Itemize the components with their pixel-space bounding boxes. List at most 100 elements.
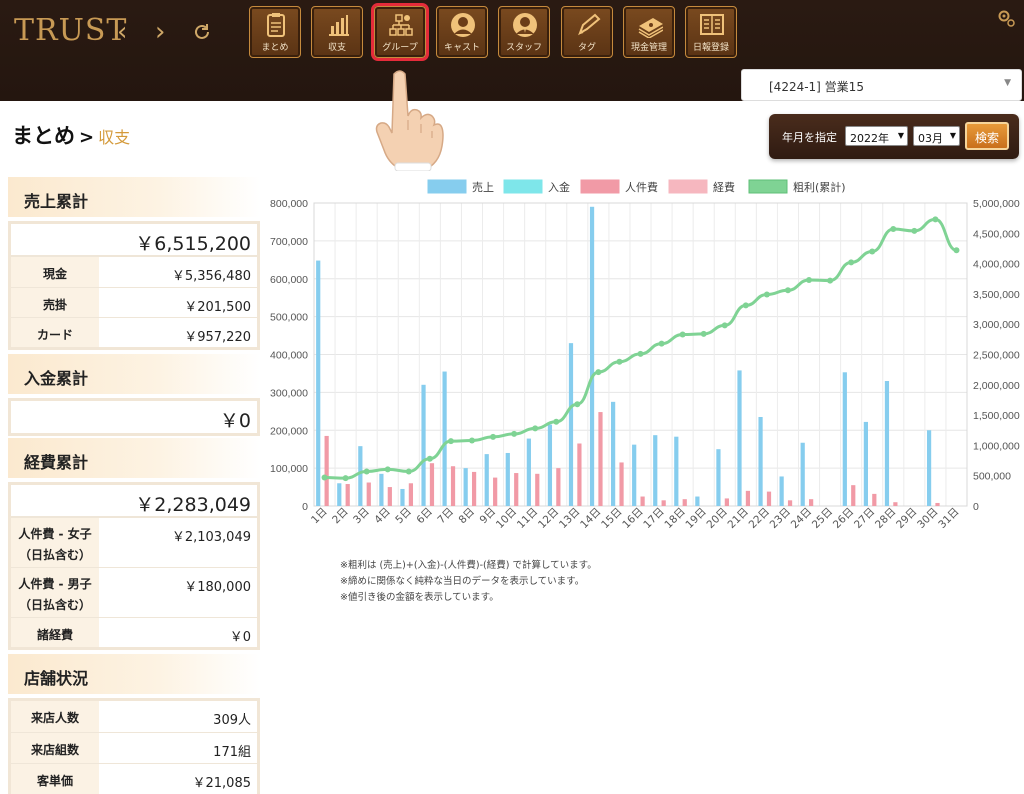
legend-swatch xyxy=(748,179,788,194)
bar-sales xyxy=(484,454,489,506)
nav-button-4[interactable]: スタッフ xyxy=(498,6,550,58)
bar-labor xyxy=(619,462,624,506)
legend-label: 粗利(累計) xyxy=(793,180,846,194)
x-tick-label: 10日 xyxy=(494,506,519,531)
row-label-line2: （日払含む） xyxy=(18,548,91,562)
row-label: 人件費 - 女子 （日払含む） xyxy=(11,518,99,567)
app-logo[interactable]: TRUST xyxy=(14,13,127,48)
hand-pointer-icon xyxy=(375,70,444,171)
month-select[interactable]: 03月 ▼ xyxy=(913,126,960,146)
profit-point xyxy=(890,226,897,233)
y-left-tick-label: 700,000 xyxy=(270,236,308,248)
bar-labor xyxy=(324,435,329,506)
profit-point xyxy=(679,331,686,338)
profit-point xyxy=(342,475,349,482)
book-icon xyxy=(700,14,724,35)
bar-sales xyxy=(653,435,658,506)
expense-row-misc: 諸経費 ￥0 xyxy=(11,617,257,647)
search-button[interactable]: 検索 xyxy=(965,122,1009,150)
nav-button-5[interactable]: タグ xyxy=(561,6,613,58)
row-label-line1: 人件費 - 男子 xyxy=(18,577,92,591)
sales-total-box: ￥6,515,200 現金 ￥5,356,480 売掛 ￥201,500 カード ￥9… xyxy=(8,221,260,350)
x-tick-label: 12日 xyxy=(536,506,561,531)
note-line: ※値引き後の金額を表示しています。 xyxy=(340,592,499,603)
bar-sales xyxy=(884,381,890,506)
x-tick-label: 2日 xyxy=(330,506,351,527)
bar-labor xyxy=(345,484,350,506)
clipboard-icon xyxy=(267,13,285,37)
nav-button-2[interactable]: グループ xyxy=(371,3,429,61)
row-value: 309人 xyxy=(213,713,251,728)
breadcrumb-current[interactable]: 収支 xyxy=(98,128,130,147)
bar-sales xyxy=(716,449,721,506)
year-select[interactable]: 2022年 ▼ xyxy=(845,126,908,146)
bar-labor xyxy=(935,502,940,506)
profit-point xyxy=(784,287,791,294)
store-select[interactable]: [4224-1] 営業15 ▼ xyxy=(741,69,1022,101)
profit-point xyxy=(616,358,623,365)
nav-button-label: まとめ xyxy=(261,43,289,53)
y-right-tick-label: 4,000,000 xyxy=(973,259,1020,271)
nav-button-6[interactable]: 現金管理 xyxy=(623,6,675,58)
group-icon xyxy=(389,14,413,36)
row-value: ￥957,220 xyxy=(184,330,251,345)
row-value: ￥5,356,480 xyxy=(171,269,251,284)
row-label: 諸経費 xyxy=(11,618,99,647)
nav-button-3[interactable]: キャスト xyxy=(436,6,488,58)
y-left-tick-label: 300,000 xyxy=(270,387,308,399)
bar-labor xyxy=(556,468,561,506)
bar-sales xyxy=(568,343,574,506)
bar-labor xyxy=(787,500,793,506)
settings-gear-icon[interactable] xyxy=(996,8,1016,28)
bar-labor xyxy=(429,463,435,506)
nav-button-0[interactable]: まとめ xyxy=(249,6,301,58)
bar-labor xyxy=(387,487,392,506)
x-tick-label: 18日 xyxy=(662,506,687,531)
bar-labor xyxy=(745,490,751,506)
chevron-down-icon: ▼ xyxy=(1004,78,1011,88)
nav-button-label: グループ xyxy=(382,43,418,53)
bar-labor xyxy=(535,473,540,506)
bar-labor xyxy=(682,499,687,506)
date-filter-label: 年月を指定 xyxy=(782,131,837,144)
profit-point xyxy=(447,438,454,445)
x-tick-label: 1日 xyxy=(309,506,330,527)
y-right-tick-label: 0 xyxy=(973,501,979,513)
y-left-tick-label: 800,000 xyxy=(270,198,308,210)
legend-swatch xyxy=(503,179,543,194)
deposit-total-box: ￥0 xyxy=(8,398,260,436)
bar-sales xyxy=(674,436,679,506)
y-right-tick-label: 2,000,000 xyxy=(973,380,1020,392)
nav-button-7[interactable]: 日報登録 xyxy=(685,6,737,58)
bar-sales xyxy=(758,416,763,506)
bar-labor xyxy=(366,482,371,506)
y-right-tick-label: 1,500,000 xyxy=(973,410,1020,422)
page-title: まとめ > 収支 xyxy=(12,120,130,150)
x-tick-label: 20日 xyxy=(705,506,730,531)
profit-point xyxy=(363,468,370,475)
money-icon xyxy=(638,18,663,38)
nav-button-1[interactable]: 収支 xyxy=(311,6,363,58)
bar-sales xyxy=(400,488,405,506)
legend-swatch xyxy=(668,179,708,194)
date-filter-panel: 年月を指定 2022年 ▼ 03月 ▼ 検索 xyxy=(769,114,1019,159)
bar-labor xyxy=(514,473,519,506)
x-tick-label: 17日 xyxy=(641,506,666,531)
forward-arrow-icon[interactable]: › xyxy=(155,17,165,47)
person-icon xyxy=(451,13,475,37)
reload-icon[interactable] xyxy=(192,22,212,42)
expense-total-heading: 経費累計 xyxy=(8,438,260,478)
back-arrow-icon[interactable]: ‹ xyxy=(117,17,127,47)
y-right-tick-label: 3,500,000 xyxy=(973,289,1020,301)
top-bar: TRUST ‹ › まとめ 収支 グループ キャスト スタッフ タグ 現金管理 日報登録 [4… xyxy=(0,0,1024,101)
bar-sales xyxy=(337,483,342,506)
page-title-text: まとめ xyxy=(12,124,75,148)
profit-point xyxy=(384,466,391,473)
profit-point xyxy=(637,350,644,357)
legend-label: 入金 xyxy=(548,180,570,194)
nav-button-label: 日報登録 xyxy=(692,43,729,53)
bar-sales xyxy=(463,468,468,506)
bar-sales xyxy=(526,438,531,506)
nav-button-label: 収支 xyxy=(327,43,346,53)
bar-labor xyxy=(809,499,814,506)
